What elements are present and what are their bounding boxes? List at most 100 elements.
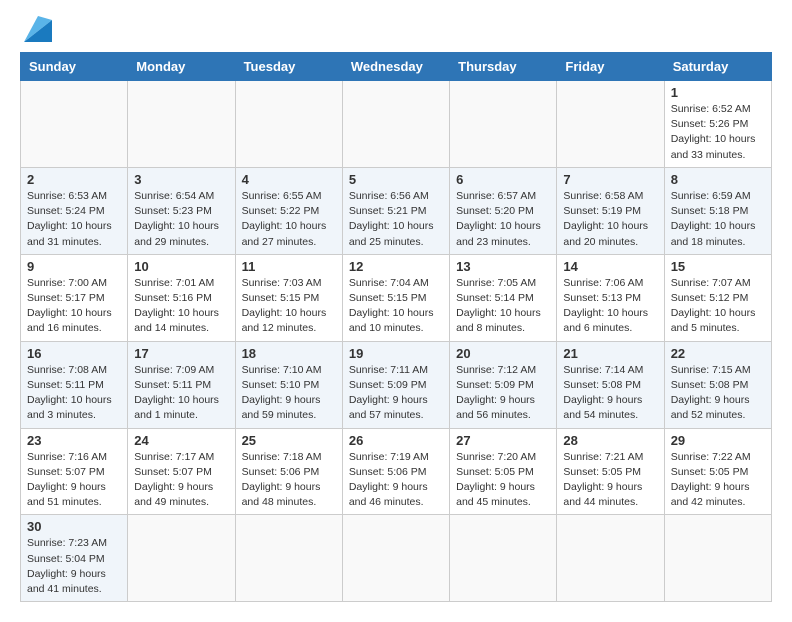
calendar-cell: 24 Sunrise: 7:17 AM Sunset: 5:07 PM Dayli… — [128, 428, 235, 515]
calendar-cell: 12 Sunrise: 7:04 AM Sunset: 5:15 PM Dayli… — [342, 254, 449, 341]
day-info: Sunrise: 7:14 AM Sunset: 5:08 PM Dayligh… — [563, 363, 657, 424]
day-info: Sunrise: 7:01 AM Sunset: 5:16 PM Dayligh… — [134, 276, 228, 337]
day-number: 4 — [242, 172, 336, 187]
weekday-header-monday: Monday — [128, 53, 235, 81]
calendar-week-row: 9 Sunrise: 7:00 AM Sunset: 5:17 PM Daylig… — [21, 254, 772, 341]
calendar-cell — [342, 515, 449, 602]
day-number: 29 — [671, 433, 765, 448]
calendar-cell: 13 Sunrise: 7:05 AM Sunset: 5:14 PM Dayli… — [450, 254, 557, 341]
calendar-cell: 10 Sunrise: 7:01 AM Sunset: 5:16 PM Dayli… — [128, 254, 235, 341]
day-info: Sunrise: 7:07 AM Sunset: 5:12 PM Dayligh… — [671, 276, 765, 337]
weekday-header-friday: Friday — [557, 53, 664, 81]
day-number: 3 — [134, 172, 228, 187]
calendar-cell: 7 Sunrise: 6:58 AM Sunset: 5:19 PM Daylig… — [557, 167, 664, 254]
day-number: 28 — [563, 433, 657, 448]
day-info: Sunrise: 6:55 AM Sunset: 5:22 PM Dayligh… — [242, 189, 336, 250]
calendar-cell — [557, 515, 664, 602]
day-info: Sunrise: 7:15 AM Sunset: 5:08 PM Dayligh… — [671, 363, 765, 424]
weekday-header-sunday: Sunday — [21, 53, 128, 81]
day-number: 19 — [349, 346, 443, 361]
day-number: 16 — [27, 346, 121, 361]
calendar-cell: 2 Sunrise: 6:53 AM Sunset: 5:24 PM Daylig… — [21, 167, 128, 254]
day-info: Sunrise: 6:53 AM Sunset: 5:24 PM Dayligh… — [27, 189, 121, 250]
day-number: 11 — [242, 259, 336, 274]
calendar-cell: 30Sunrise: 7:23 AM Sunset: 5:04 PM Dayli… — [21, 515, 128, 602]
calendar-cell — [235, 515, 342, 602]
day-number: 1 — [671, 85, 765, 100]
day-number: 8 — [671, 172, 765, 187]
calendar-week-row: 1 Sunrise: 6:52 AM Sunset: 5:26 PM Daylig… — [21, 81, 772, 168]
day-info: Sunrise: 7:17 AM Sunset: 5:07 PM Dayligh… — [134, 450, 228, 511]
calendar-table: SundayMondayTuesdayWednesdayThursdayFrid… — [20, 52, 772, 602]
day-info: Sunrise: 7:19 AM Sunset: 5:06 PM Dayligh… — [349, 450, 443, 511]
day-info: Sunrise: 7:03 AM Sunset: 5:15 PM Dayligh… — [242, 276, 336, 337]
calendar-cell: 15 Sunrise: 7:07 AM Sunset: 5:12 PM Dayli… — [664, 254, 771, 341]
day-info: Sunrise: 7:12 AM Sunset: 5:09 PM Dayligh… — [456, 363, 550, 424]
calendar-cell: 21 Sunrise: 7:14 AM Sunset: 5:08 PM Dayli… — [557, 341, 664, 428]
day-info: Sunrise: 7:10 AM Sunset: 5:10 PM Dayligh… — [242, 363, 336, 424]
calendar-cell: 17 Sunrise: 7:09 AM Sunset: 5:11 PM Dayli… — [128, 341, 235, 428]
day-number: 23 — [27, 433, 121, 448]
day-number: 13 — [456, 259, 550, 274]
calendar-week-row: 23 Sunrise: 7:16 AM Sunset: 5:07 PM Dayli… — [21, 428, 772, 515]
calendar-week-row: 30Sunrise: 7:23 AM Sunset: 5:04 PM Dayli… — [21, 515, 772, 602]
calendar-cell: 27Sunrise: 7:20 AM Sunset: 5:05 PM Dayli… — [450, 428, 557, 515]
calendar-cell — [450, 515, 557, 602]
page-header — [20, 20, 772, 42]
calendar-cell: 19 Sunrise: 7:11 AM Sunset: 5:09 PM Dayli… — [342, 341, 449, 428]
weekday-header-thursday: Thursday — [450, 53, 557, 81]
calendar-cell — [664, 515, 771, 602]
calendar-cell: 29Sunrise: 7:22 AM Sunset: 5:05 PM Dayli… — [664, 428, 771, 515]
logo-icon — [24, 16, 52, 42]
day-number: 12 — [349, 259, 443, 274]
day-number: 5 — [349, 172, 443, 187]
day-number: 2 — [27, 172, 121, 187]
day-number: 15 — [671, 259, 765, 274]
calendar-cell: 26 Sunrise: 7:19 AM Sunset: 5:06 PM Dayli… — [342, 428, 449, 515]
calendar-cell: 4 Sunrise: 6:55 AM Sunset: 5:22 PM Daylig… — [235, 167, 342, 254]
calendar-cell: 3 Sunrise: 6:54 AM Sunset: 5:23 PM Daylig… — [128, 167, 235, 254]
day-info: Sunrise: 6:59 AM Sunset: 5:18 PM Dayligh… — [671, 189, 765, 250]
calendar-cell: 23 Sunrise: 7:16 AM Sunset: 5:07 PM Dayli… — [21, 428, 128, 515]
day-number: 20 — [456, 346, 550, 361]
day-info: Sunrise: 7:08 AM Sunset: 5:11 PM Dayligh… — [27, 363, 121, 424]
day-number: 26 — [349, 433, 443, 448]
calendar-cell — [128, 81, 235, 168]
day-info: Sunrise: 6:57 AM Sunset: 5:20 PM Dayligh… — [456, 189, 550, 250]
day-number: 9 — [27, 259, 121, 274]
day-info: Sunrise: 7:11 AM Sunset: 5:09 PM Dayligh… — [349, 363, 443, 424]
day-info: Sunrise: 7:09 AM Sunset: 5:11 PM Dayligh… — [134, 363, 228, 424]
day-info: Sunrise: 6:52 AM Sunset: 5:26 PM Dayligh… — [671, 102, 765, 163]
calendar-cell — [235, 81, 342, 168]
weekday-header-tuesday: Tuesday — [235, 53, 342, 81]
calendar-cell: 25Sunrise: 7:18 AM Sunset: 5:06 PM Dayli… — [235, 428, 342, 515]
day-number: 21 — [563, 346, 657, 361]
day-number: 17 — [134, 346, 228, 361]
calendar-cell: 22 Sunrise: 7:15 AM Sunset: 5:08 PM Dayli… — [664, 341, 771, 428]
calendar-cell: 20 Sunrise: 7:12 AM Sunset: 5:09 PM Dayli… — [450, 341, 557, 428]
day-info: Sunrise: 7:16 AM Sunset: 5:07 PM Dayligh… — [27, 450, 121, 511]
day-number: 7 — [563, 172, 657, 187]
calendar-cell — [557, 81, 664, 168]
day-number: 10 — [134, 259, 228, 274]
calendar-cell — [21, 81, 128, 168]
day-info: Sunrise: 7:20 AM Sunset: 5:05 PM Dayligh… — [456, 450, 550, 511]
day-number: 24 — [134, 433, 228, 448]
calendar-header-row: SundayMondayTuesdayWednesdayThursdayFrid… — [21, 53, 772, 81]
day-info: Sunrise: 6:54 AM Sunset: 5:23 PM Dayligh… — [134, 189, 228, 250]
calendar-cell: 1 Sunrise: 6:52 AM Sunset: 5:26 PM Daylig… — [664, 81, 771, 168]
day-info: Sunrise: 7:04 AM Sunset: 5:15 PM Dayligh… — [349, 276, 443, 337]
day-info: Sunrise: 7:00 AM Sunset: 5:17 PM Dayligh… — [27, 276, 121, 337]
calendar-cell: 18 Sunrise: 7:10 AM Sunset: 5:10 PM Dayli… — [235, 341, 342, 428]
logo-area — [20, 20, 52, 42]
day-number: 18 — [242, 346, 336, 361]
day-number: 6 — [456, 172, 550, 187]
calendar-week-row: 16 Sunrise: 7:08 AM Sunset: 5:11 PM Dayli… — [21, 341, 772, 428]
day-info: Sunrise: 7:05 AM Sunset: 5:14 PM Dayligh… — [456, 276, 550, 337]
calendar-cell: 9 Sunrise: 7:00 AM Sunset: 5:17 PM Daylig… — [21, 254, 128, 341]
calendar-cell: 8 Sunrise: 6:59 AM Sunset: 5:18 PM Daylig… — [664, 167, 771, 254]
calendar-cell: 14Sunrise: 7:06 AM Sunset: 5:13 PM Dayli… — [557, 254, 664, 341]
day-info: Sunrise: 6:58 AM Sunset: 5:19 PM Dayligh… — [563, 189, 657, 250]
calendar-cell — [342, 81, 449, 168]
day-number: 22 — [671, 346, 765, 361]
